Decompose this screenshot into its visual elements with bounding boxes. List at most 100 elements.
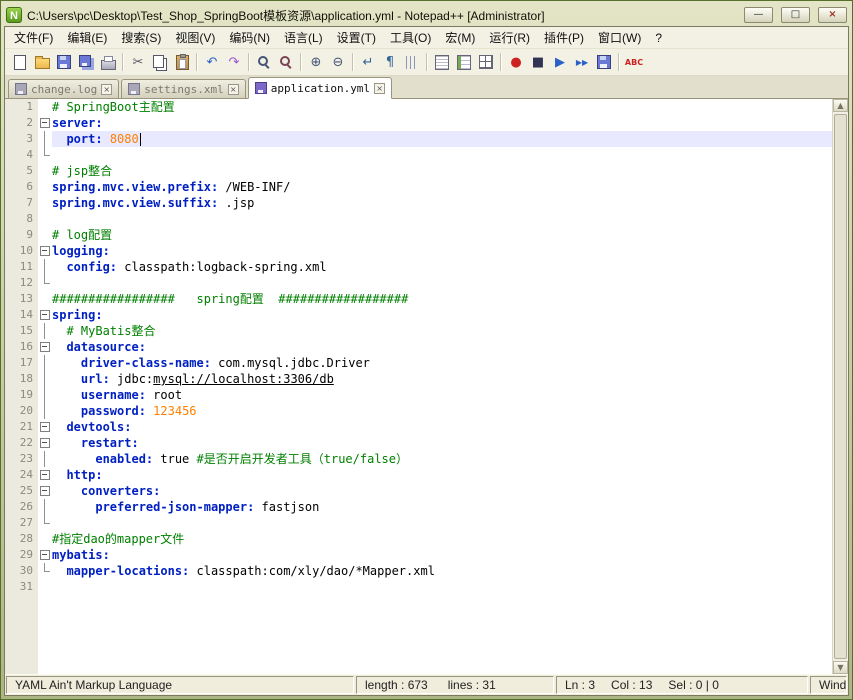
maximize-button[interactable]: □: [781, 7, 810, 23]
save-icon[interactable]: [53, 51, 75, 73]
menu-item[interactable]: 文件(F): [7, 27, 60, 48]
menu-item[interactable]: ?: [648, 29, 669, 47]
line-number: 22: [19, 436, 33, 449]
menu-item[interactable]: 编码(N): [222, 27, 277, 48]
menu-item[interactable]: 运行(R): [482, 27, 537, 48]
fold-collapse-icon[interactable]: [38, 547, 52, 563]
vertical-scrollbar[interactable]: ▲ ▼: [832, 99, 848, 674]
editor-line-12[interactable]: 12: [5, 275, 832, 291]
tab-close-icon[interactable]: ×: [227, 83, 239, 95]
scroll-down-icon[interactable]: ▼: [833, 661, 848, 674]
editor-line-29[interactable]: 29 mybatis:: [5, 547, 832, 563]
spell-check-icon[interactable]: ABC: [623, 51, 645, 73]
fold-collapse-icon[interactable]: [38, 243, 52, 259]
menu-item[interactable]: 搜索(S): [114, 27, 168, 48]
record-macro-icon[interactable]: ●: [505, 51, 527, 73]
fold-collapse-icon[interactable]: [38, 483, 52, 499]
editor-line-22[interactable]: 22 restart:: [5, 435, 832, 451]
editor-line-21[interactable]: 21 devtools:: [5, 419, 832, 435]
editor-line-6[interactable]: 6 spring.mvc.view.prefix: /WEB-INF/: [5, 179, 832, 195]
editor-line-31[interactable]: 31: [5, 579, 832, 595]
editor-line-16[interactable]: 16 datasource:: [5, 339, 832, 355]
editor-line-27[interactable]: 27: [5, 515, 832, 531]
tab-close-icon[interactable]: ×: [101, 83, 113, 95]
menu-item[interactable]: 编辑(E): [60, 27, 114, 48]
editor-line-30[interactable]: 30 mapper-locations: classpath:com/xly/d…: [5, 563, 832, 579]
close-button[interactable]: ×: [818, 7, 847, 23]
print-icon[interactable]: [97, 51, 119, 73]
doc-switcher-icon[interactable]: [475, 51, 497, 73]
menu-item[interactable]: 窗口(W): [591, 27, 648, 48]
minimize-button[interactable]: —: [744, 7, 773, 23]
redo-icon[interactable]: ↷: [223, 51, 245, 73]
replace-icon[interactable]: [275, 51, 297, 73]
fold-collapse-icon[interactable]: [38, 339, 52, 355]
menu-item[interactable]: 插件(P): [537, 27, 591, 48]
indent-guide-icon[interactable]: [401, 51, 423, 73]
zoom-out-icon[interactable]: ⊖: [327, 51, 349, 73]
editor-line-8[interactable]: 8: [5, 211, 832, 227]
editor-line-2[interactable]: 2 server:: [5, 115, 832, 131]
menu-item[interactable]: 工具(O): [383, 27, 438, 48]
editor-line-19[interactable]: 19 username: root: [5, 387, 832, 403]
tab-change.log[interactable]: change.log ×: [8, 79, 120, 98]
new-file-icon[interactable]: [9, 51, 31, 73]
editor-line-25[interactable]: 25 converters:: [5, 483, 832, 499]
paste-icon[interactable]: [171, 51, 193, 73]
editor-line-14[interactable]: 14 spring:: [5, 307, 832, 323]
fold-collapse-icon[interactable]: [38, 467, 52, 483]
editor-line-20[interactable]: 20 password: 123456: [5, 403, 832, 419]
undo-glyph: ↶: [206, 54, 218, 70]
token-t: fastjson: [254, 500, 320, 514]
editor-line-4[interactable]: 4: [5, 147, 832, 163]
editor-line-23[interactable]: 23 enabled: true #是否开启开发者工具（true/false）: [5, 451, 832, 467]
tab-close-icon[interactable]: ×: [374, 82, 386, 94]
show-all-characters-icon[interactable]: ¶: [379, 51, 401, 73]
editor-line-24[interactable]: 24 http:: [5, 467, 832, 483]
editor-line-3[interactable]: 3 port: 8080: [5, 131, 832, 147]
menu-item[interactable]: 语言(L): [277, 27, 330, 48]
scroll-thumb[interactable]: [834, 114, 847, 659]
editor-line-15[interactable]: 15 # MyBatis整合: [5, 323, 832, 339]
fold-collapse-icon[interactable]: [38, 307, 52, 323]
word-wrap-icon[interactable]: ↵: [357, 51, 379, 73]
copy-icon[interactable]: [149, 51, 171, 73]
save-all-icon[interactable]: [75, 51, 97, 73]
editor[interactable]: 1 # SpringBoot主配置 2 server: 3 port: 8080 4 5 # …: [5, 99, 848, 674]
editor-line-13[interactable]: 13 ################# spring配置 ###########…: [5, 291, 832, 307]
play-macro-icon[interactable]: ▶: [549, 51, 571, 73]
find-icon[interactable]: [253, 51, 275, 73]
editor-line-17[interactable]: 17 driver-class-name: com.mysql.jdbc.Dri…: [5, 355, 832, 371]
fold-collapse-icon[interactable]: [38, 435, 52, 451]
tab-application.yml[interactable]: application.yml ×: [247, 77, 393, 99]
open-file-icon[interactable]: [31, 51, 53, 73]
menu-item[interactable]: 设置(T): [330, 27, 383, 48]
fold-collapse-icon[interactable]: [38, 419, 52, 435]
editor-line-26[interactable]: 26 preferred-json-mapper: fastjson: [5, 499, 832, 515]
fold-collapse-icon[interactable]: [38, 115, 52, 131]
stop-macro-icon[interactable]: ■: [527, 51, 549, 73]
save-macro-icon[interactable]: [593, 51, 615, 73]
zoom-in-icon[interactable]: ⊕: [305, 51, 327, 73]
scroll-up-icon[interactable]: ▲: [833, 99, 848, 112]
undo-icon[interactable]: ↶: [201, 51, 223, 73]
menu-item[interactable]: 视图(V): [168, 27, 222, 48]
line-number: 31: [19, 580, 33, 593]
editor-line-9[interactable]: 9 # log配置: [5, 227, 832, 243]
editor-line-18[interactable]: 18 url: jdbc:mysql://localhost:3306/db: [5, 371, 832, 387]
tab-settings.xml[interactable]: settings.xml ×: [121, 79, 246, 98]
toolbar: ✂ ↶ ↷ ⊕ ⊖ ↵ ¶ ● ■ ▶ ▶▶ ABC: [5, 49, 848, 76]
editor-line-11[interactable]: 11 config: classpath:logback-spring.xml: [5, 259, 832, 275]
document-map-icon[interactable]: [431, 51, 453, 73]
run-macro-multiple-icon[interactable]: ▶▶: [571, 51, 593, 73]
menu-item[interactable]: 宏(M): [438, 27, 482, 48]
editor-line-5[interactable]: 5 # jsp整合: [5, 163, 832, 179]
editor-line-28[interactable]: 28 #指定dao的mapper文件: [5, 531, 832, 547]
editor-line-7[interactable]: 7 spring.mvc.view.suffix: .jsp: [5, 195, 832, 211]
editor-line-10[interactable]: 10 logging:: [5, 243, 832, 259]
function-list-icon[interactable]: [453, 51, 475, 73]
editor-line-1[interactable]: 1 # SpringBoot主配置: [5, 99, 832, 115]
cut-icon[interactable]: ✂: [127, 51, 149, 73]
